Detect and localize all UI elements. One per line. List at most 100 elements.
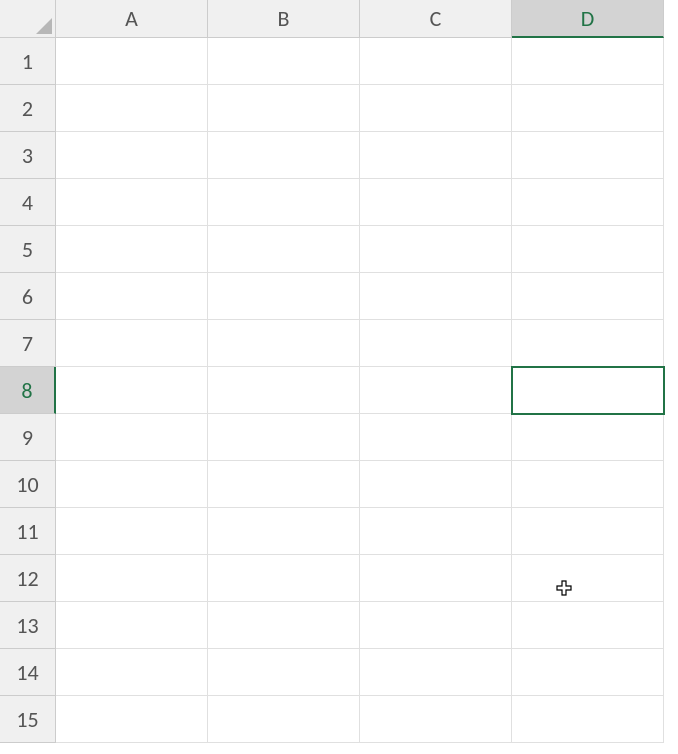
cell-B13[interactable] xyxy=(208,602,360,649)
cell-B3[interactable] xyxy=(208,132,360,179)
cell-C13[interactable] xyxy=(360,602,512,649)
row-12 xyxy=(56,555,678,602)
cell-D1[interactable] xyxy=(512,38,664,85)
cell-A7[interactable] xyxy=(56,320,208,367)
cell-D6[interactable] xyxy=(512,273,664,320)
cell-D11[interactable] xyxy=(512,508,664,555)
col-header-C[interactable]: C xyxy=(360,0,512,38)
row-14 xyxy=(56,649,678,696)
cell-A6[interactable] xyxy=(56,273,208,320)
cell-B2[interactable] xyxy=(208,85,360,132)
row-11 xyxy=(56,508,678,555)
cell-D4[interactable] xyxy=(512,179,664,226)
row-header-14[interactable]: 14 xyxy=(0,649,56,696)
select-all-triangle-icon xyxy=(36,18,52,34)
column-headers: A B C D xyxy=(56,0,678,38)
cell-C4[interactable] xyxy=(360,179,512,226)
cell-C10[interactable] xyxy=(360,461,512,508)
row-header-3[interactable]: 3 xyxy=(0,132,56,179)
cell-B14[interactable] xyxy=(208,649,360,696)
cell-D15[interactable] xyxy=(512,696,664,743)
row-header-12[interactable]: 12 xyxy=(0,555,56,602)
cell-B9[interactable] xyxy=(208,414,360,461)
row-7 xyxy=(56,320,678,367)
cell-A3[interactable] xyxy=(56,132,208,179)
cell-D2[interactable] xyxy=(512,85,664,132)
cell-A8[interactable] xyxy=(56,367,208,414)
cell-D14[interactable] xyxy=(512,649,664,696)
cell-A9[interactable] xyxy=(56,414,208,461)
select-all-corner[interactable] xyxy=(0,0,56,38)
row-9 xyxy=(56,414,678,461)
cell-D3[interactable] xyxy=(512,132,664,179)
row-headers: 1 2 3 4 5 6 7 8 9 10 11 12 13 14 15 xyxy=(0,38,56,754)
row-8 xyxy=(56,367,678,414)
cell-A10[interactable] xyxy=(56,461,208,508)
cell-B12[interactable] xyxy=(208,555,360,602)
row-header-11[interactable]: 11 xyxy=(0,508,56,555)
cell-A13[interactable] xyxy=(56,602,208,649)
cell-C5[interactable] xyxy=(360,226,512,273)
cell-C15[interactable] xyxy=(360,696,512,743)
row-6 xyxy=(56,273,678,320)
cell-A12[interactable] xyxy=(56,555,208,602)
cell-C6[interactable] xyxy=(360,273,512,320)
cell-D8[interactable] xyxy=(512,367,664,414)
row-header-1[interactable]: 1 xyxy=(0,38,56,85)
row-header-5[interactable]: 5 xyxy=(0,226,56,273)
cell-B4[interactable] xyxy=(208,179,360,226)
cell-B10[interactable] xyxy=(208,461,360,508)
cell-B1[interactable] xyxy=(208,38,360,85)
cell-C11[interactable] xyxy=(360,508,512,555)
cell-grid xyxy=(56,38,678,754)
cell-A14[interactable] xyxy=(56,649,208,696)
row-header-9[interactable]: 9 xyxy=(0,414,56,461)
row-header-15[interactable]: 15 xyxy=(0,696,56,743)
cell-D10[interactable] xyxy=(512,461,664,508)
cell-C3[interactable] xyxy=(360,132,512,179)
cell-D13[interactable] xyxy=(512,602,664,649)
cell-C1[interactable] xyxy=(360,38,512,85)
row-13 xyxy=(56,602,678,649)
row-header-10[interactable]: 10 xyxy=(0,461,56,508)
cell-B11[interactable] xyxy=(208,508,360,555)
spreadsheet: A B C D 1 2 3 4 5 6 7 8 9 10 11 12 13 14… xyxy=(0,0,678,754)
cell-A1[interactable] xyxy=(56,38,208,85)
cell-C14[interactable] xyxy=(360,649,512,696)
cell-B6[interactable] xyxy=(208,273,360,320)
row-4 xyxy=(56,179,678,226)
col-header-A[interactable]: A xyxy=(56,0,208,38)
cell-A5[interactable] xyxy=(56,226,208,273)
row-header-7[interactable]: 7 xyxy=(0,320,56,367)
cell-B7[interactable] xyxy=(208,320,360,367)
row-10 xyxy=(56,461,678,508)
row-header-4[interactable]: 4 xyxy=(0,179,56,226)
cell-A4[interactable] xyxy=(56,179,208,226)
cell-D7[interactable] xyxy=(512,320,664,367)
cell-D9[interactable] xyxy=(512,414,664,461)
cell-C2[interactable] xyxy=(360,85,512,132)
cell-B8[interactable] xyxy=(208,367,360,414)
row-15 xyxy=(56,696,678,743)
row-3 xyxy=(56,132,678,179)
cell-D5[interactable] xyxy=(512,226,664,273)
row-header-13[interactable]: 13 xyxy=(0,602,56,649)
row-header-8[interactable]: 8 xyxy=(0,367,56,414)
cell-B5[interactable] xyxy=(208,226,360,273)
cell-C8[interactable] xyxy=(360,367,512,414)
row-5 xyxy=(56,226,678,273)
col-header-B[interactable]: B xyxy=(208,0,360,38)
row-1 xyxy=(56,38,678,85)
cell-A15[interactable] xyxy=(56,696,208,743)
row-header-2[interactable]: 2 xyxy=(0,85,56,132)
cell-A11[interactable] xyxy=(56,508,208,555)
col-header-D[interactable]: D xyxy=(512,0,664,38)
cell-C7[interactable] xyxy=(360,320,512,367)
row-header-6[interactable]: 6 xyxy=(0,273,56,320)
cell-C9[interactable] xyxy=(360,414,512,461)
cell-C12[interactable] xyxy=(360,555,512,602)
cell-D12[interactable] xyxy=(512,555,664,602)
row-2 xyxy=(56,85,678,132)
cell-A2[interactable] xyxy=(56,85,208,132)
cell-B15[interactable] xyxy=(208,696,360,743)
